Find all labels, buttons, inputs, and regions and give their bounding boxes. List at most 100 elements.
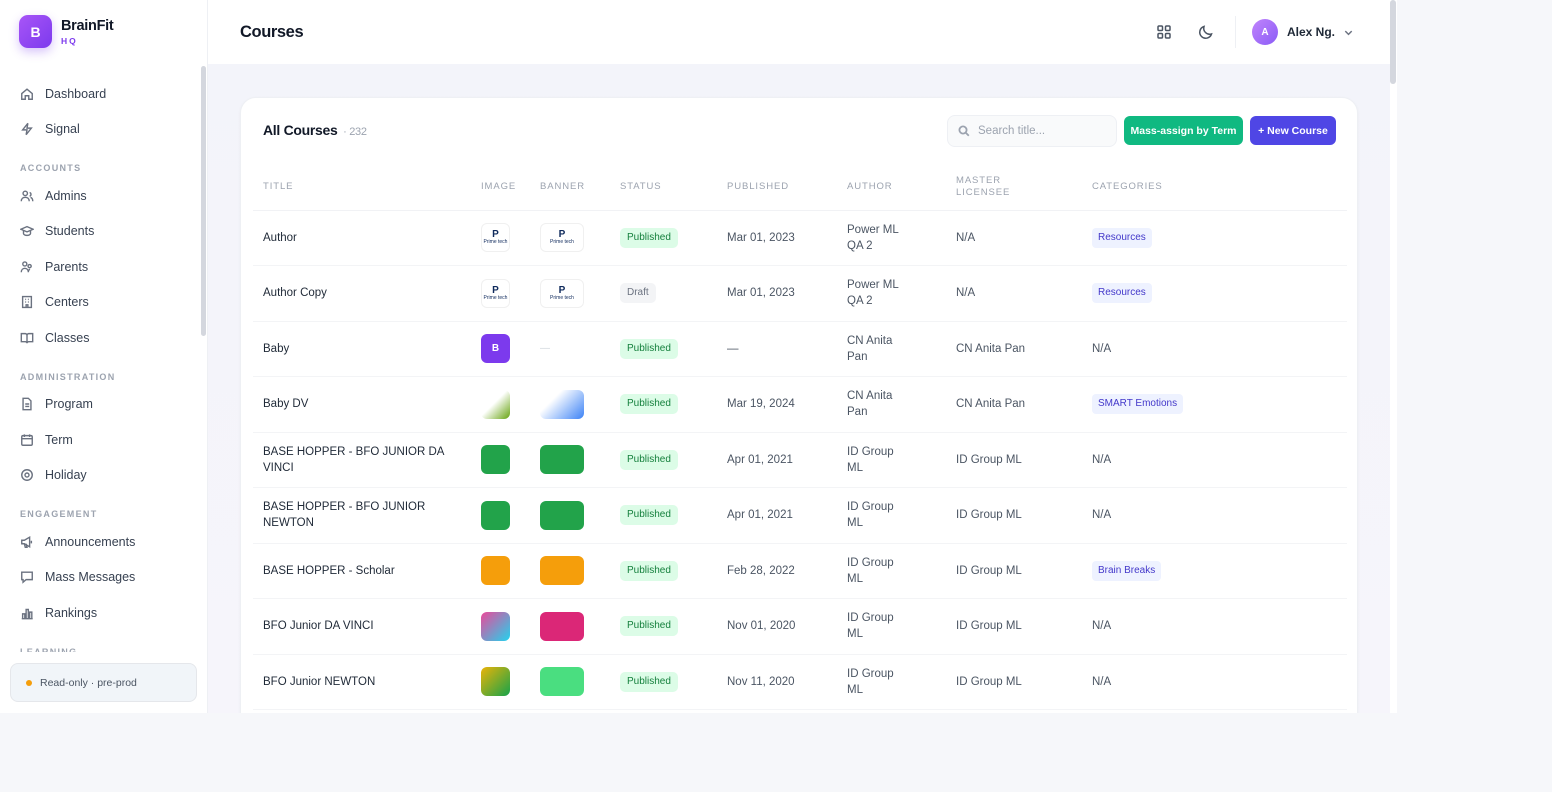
course-title[interactable]: BASE HOPPER - BFO JUNIOR NEWTON	[253, 487, 471, 544]
course-banner[interactable]: P Prime tech	[540, 223, 584, 253]
table-row[interactable]: Author P Prime tech P Prime tech Published…	[253, 210, 1347, 266]
main-content: All Courses · 232 Mass-assign by Term + …	[208, 64, 1390, 713]
author-cell: ID Group ML	[837, 654, 946, 710]
course-banner[interactable]	[540, 445, 584, 475]
sidebar-item-dashboard[interactable]: Dashboard	[0, 76, 200, 112]
sidebar-item-holiday[interactable]: Holiday	[0, 458, 200, 494]
sidebar-item-term[interactable]: Term	[0, 422, 200, 458]
building-icon	[21, 296, 33, 309]
card-title: All Courses · 232	[263, 122, 367, 138]
course-title[interactable]: Author	[253, 210, 471, 266]
course-title[interactable]: BASE HOPPER - Scholar	[253, 543, 471, 599]
course-title-label: BASE HOPPER - BFO JUNIOR NEWTON	[263, 501, 426, 530]
course-banner[interactable]	[540, 389, 584, 419]
course-banner[interactable]	[540, 556, 584, 586]
column-header-author[interactable]: AUTHOR	[837, 164, 946, 211]
sidebar-item-rankings[interactable]: Rankings	[0, 595, 200, 631]
column-header-published[interactable]: PUBLISHED	[717, 164, 837, 211]
table-row[interactable]: BFO Junior NEWTON Published Nov 11, 2020…	[253, 654, 1347, 710]
course-banner[interactable]	[540, 611, 584, 641]
course-banner[interactable]: P Prime tech	[540, 278, 584, 308]
theme-toggle-button[interactable]	[1198, 24, 1214, 40]
table-row[interactable]: Author Copy P Prime tech P Prime tech Draf…	[253, 265, 1347, 322]
sidebar-item-parents[interactable]: Parents	[0, 249, 200, 285]
apps-grid-button[interactable]	[1156, 24, 1172, 40]
moon-icon	[1199, 25, 1213, 39]
column-header-banner[interactable]: BANNER	[530, 164, 610, 211]
sidebar-nav: Dashboard Signal ACCOUNTS Admins Student…	[0, 76, 200, 652]
course-image[interactable]: P Prime tech	[481, 223, 510, 253]
new-course-button[interactable]: + New Course	[1250, 116, 1336, 145]
course-title[interactable]: Baby DV	[253, 376, 471, 433]
table-row[interactable]: BASE HOPPER - BFO JUNIOR NEWTON Publishe…	[253, 487, 1347, 544]
page-scrollbar[interactable]	[1390, 0, 1396, 84]
status-cell: Published	[610, 210, 717, 266]
course-title[interactable]: Baby	[253, 321, 471, 377]
banner-cell	[530, 432, 610, 488]
author-cell: ID Group ML	[837, 432, 946, 488]
column-header-title[interactable]: TITLE	[253, 164, 471, 211]
course-title[interactable]: BFO Junior NEWTON	[253, 654, 471, 710]
status-cell: Draft	[610, 265, 717, 322]
course-image[interactable]	[481, 556, 510, 586]
sidebar-item-signal[interactable]: Signal	[0, 112, 200, 148]
master-licensee: ID Group ML	[946, 598, 1082, 655]
prime-logo-letter: P	[492, 229, 499, 241]
published-date: Apr 01, 2021	[717, 487, 837, 544]
brand[interactable]: B BrainFit HQ	[19, 15, 114, 48]
course-image[interactable]	[481, 500, 510, 530]
column-header-master-licensee[interactable]: MASTER LICENSEE	[946, 164, 1082, 211]
table-row[interactable]: Baby DV Published Mar 19, 2024 CN Anita …	[253, 376, 1347, 433]
table-row[interactable]: BASE HOPPER - Scholar Published Feb 28, …	[253, 543, 1347, 599]
image-cell: P Prime tech	[471, 210, 530, 266]
sidebar-item-program[interactable]: Program	[0, 387, 200, 423]
category-tag: Brain Breaks	[1092, 560, 1162, 581]
categories-cell: SMART Emotions	[1082, 376, 1347, 433]
sidebar-item-classes[interactable]: Classes	[0, 320, 200, 356]
course-banner[interactable]	[540, 667, 584, 697]
sidebar-item-centers[interactable]: Centers	[0, 285, 200, 321]
table-row[interactable]: BFO Junior DA VINCI Published Nov 01, 20…	[253, 598, 1347, 655]
sidebar-item-mass-messages[interactable]: Mass Messages	[0, 560, 200, 596]
course-image[interactable]	[481, 389, 510, 419]
author-cell: ID Group ML	[837, 487, 946, 544]
course-image[interactable]	[481, 611, 510, 641]
categories-cell: Brain Breaks	[1082, 543, 1347, 599]
sidebar-item-announcements[interactable]: Announcements	[0, 524, 200, 560]
search-input[interactable]	[978, 125, 1108, 137]
status-dot-icon	[26, 679, 32, 686]
sidebar-item-students[interactable]: Students	[0, 214, 200, 250]
course-image[interactable]	[481, 667, 510, 697]
course-image[interactable]	[481, 445, 510, 475]
course-title[interactable]: BFO Junior DA VINCI	[253, 598, 471, 655]
course-banner[interactable]	[540, 500, 584, 530]
sidebar-item-label: Signal	[45, 122, 80, 137]
column-header-categories[interactable]: CATEGORIES	[1082, 164, 1347, 211]
sidebar-item-label: Program	[45, 397, 93, 412]
author-name: ID Group ML	[847, 612, 894, 641]
column-header-image[interactable]: IMAGE	[471, 164, 530, 211]
sidebar-item-label: Admins	[45, 188, 87, 203]
sidebar-section-administration: ADMINISTRATION	[20, 371, 116, 382]
categories-cell: N/A	[1082, 654, 1347, 710]
column-header-status[interactable]: STATUS	[610, 164, 717, 211]
table-row[interactable]: Baby B — Published — CN Anita Pan CN Ani…	[253, 321, 1347, 377]
course-title[interactable]: BASE HOPPER - BFO JUNIOR DA VINCI	[253, 432, 471, 488]
course-image[interactable]: B	[481, 334, 510, 364]
author-cell: ID Group ML	[837, 543, 946, 599]
course-image[interactable]: P Prime tech	[481, 278, 510, 308]
status-cell: Published	[610, 376, 717, 433]
status-cell: Published	[610, 321, 717, 377]
sidebar-item-admins[interactable]: Admins	[0, 178, 200, 214]
status-badge: Published	[620, 394, 678, 415]
search-box[interactable]	[947, 115, 1117, 147]
sidebar-item-label: Mass Messages	[45, 570, 136, 585]
table-row[interactable]: BASE HOPPER - BFO JUNIOR DA VINCI Publis…	[253, 432, 1347, 488]
environment-status: Read-only · pre-prod	[10, 663, 197, 702]
mass-assign-button[interactable]: Mass-assign by Term	[1124, 116, 1243, 145]
user-menu[interactable]: A Alex Ng.	[1252, 19, 1354, 45]
author-name: CN Anita Pan	[847, 390, 893, 419]
sidebar-scrollbar[interactable]	[201, 66, 206, 336]
course-title[interactable]: Author Copy	[253, 265, 471, 322]
sidebar-item-label: Students	[45, 224, 95, 239]
